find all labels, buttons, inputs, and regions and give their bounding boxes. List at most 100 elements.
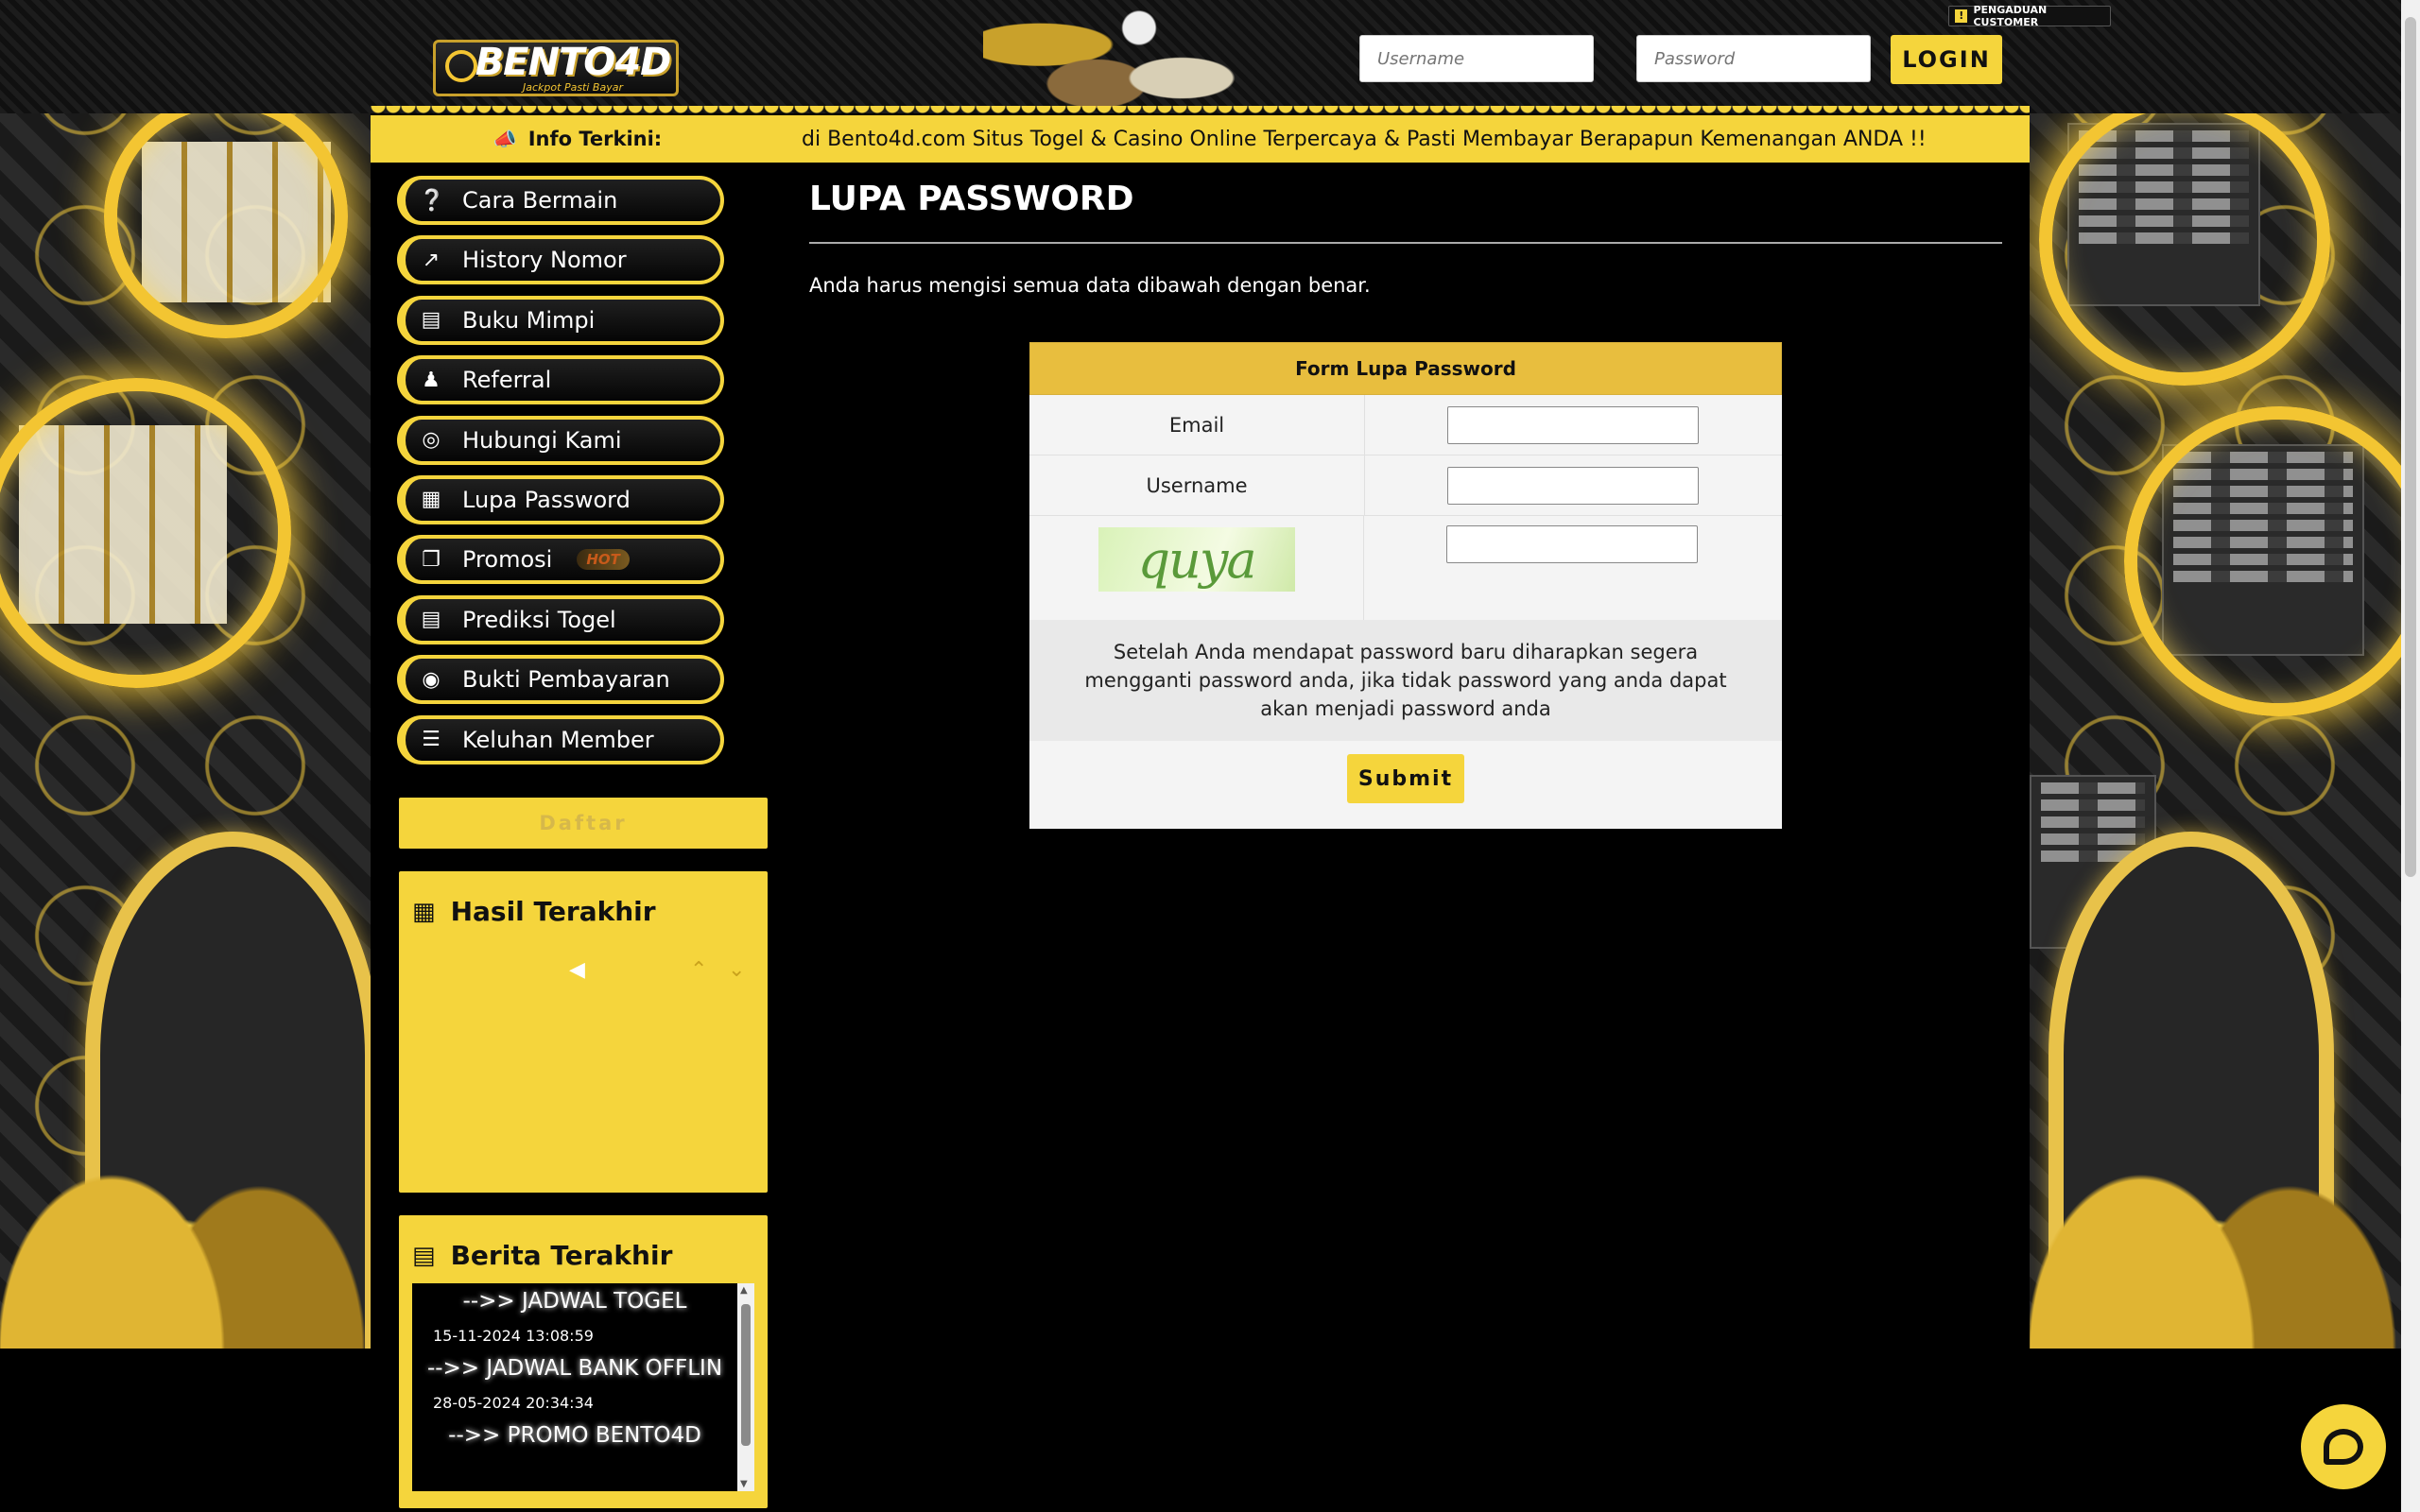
logo-text: BENTO4D [475, 40, 672, 84]
leaves-decoration [2030, 952, 2401, 1349]
info-marquee: di Bento4d.com Situs Togel & Casino Onli… [802, 127, 1927, 151]
chat-icon: ◎ [422, 428, 441, 453]
sidebar-item-promosi[interactable]: ❐ Promosi HOT [397, 535, 724, 585]
sidebar-item-label: Cara Bermain [462, 187, 618, 214]
hasil-terakhir-title: ▦ Hasil Terakhir [399, 871, 768, 927]
users-icon: ♟ [422, 368, 441, 392]
forgot-password-form: Form Lupa Password Email Username quya S… [1029, 342, 1782, 829]
username-row: Username [1029, 455, 1782, 516]
email-field-cell [1365, 395, 1782, 455]
captcha-input[interactable] [1446, 525, 1698, 563]
berita-terakhir-panel: ▤ Berita Terakhir -->> JADWAL TOGEL 15-1… [399, 1215, 768, 1508]
sidebar-item-label: Keluhan Member [462, 726, 654, 753]
money-icon: ◉ [422, 667, 441, 692]
sidebar-item-label: Buku Mimpi [462, 306, 596, 334]
captcha-image: quya [1098, 527, 1295, 592]
sidebar-item-label: Prediksi Togel [462, 606, 616, 633]
submit-row: Submit [1029, 741, 1782, 816]
sidebar-item-label: Hubungi Kami [462, 426, 622, 454]
email-label: Email [1029, 395, 1365, 455]
berita-terakhir-title: ▤ Berita Terakhir [399, 1215, 768, 1271]
news-item[interactable]: -->> PROMO BENTO4D [412, 1423, 737, 1448]
clone-icon: ❐ [422, 547, 441, 572]
newspaper-icon: ▤ [421, 608, 441, 632]
email-field[interactable] [1447, 405, 1699, 444]
form-note: Setelah Anda mendapat password baru diha… [1029, 620, 1782, 741]
customer-complaint-button[interactable]: ! PENGADUAN CUSTOMER [1948, 4, 2111, 28]
scroll-down-icon[interactable]: ▼ [740, 1479, 748, 1489]
hot-badge: HOT [577, 549, 630, 571]
page-scroll-thumb[interactable] [2405, 17, 2416, 877]
sidebar-item-cara-bermain[interactable]: ❔ Cara Bermain [397, 176, 724, 225]
sidebar-item-label: History Nomor [462, 247, 627, 274]
line-chart-icon: ↗ [422, 248, 441, 272]
newspaper-icon: ▤ [412, 1241, 436, 1270]
sidebar-item-keluhan-member[interactable]: ☰ Keluhan Member [397, 714, 724, 765]
calendar-icon: ▦ [412, 897, 436, 926]
festive-header-illustration [983, 0, 1267, 112]
daftar-button[interactable]: Daftar [399, 798, 768, 849]
username-label: Username [1029, 455, 1365, 515]
captcha-field-cell [1364, 516, 1782, 620]
complaint-label: PENGADUAN CUSTOMER [1973, 4, 2048, 28]
leaves-decoration [0, 952, 371, 1349]
caret-left-icon[interactable]: ◀ [569, 958, 585, 982]
logo-tagline: Jackpot Pasti Bayar [523, 80, 623, 94]
page-scrollbar[interactable] [2401, 0, 2420, 1512]
page-title: LUPA PASSWORD [809, 180, 1134, 218]
glow-ring-decoration [0, 378, 291, 688]
sidebar-item-prediksi-togel[interactable]: ▤ Prediksi Togel [397, 594, 724, 644]
form-title: Form Lupa Password [1029, 342, 1782, 395]
sidebar-item-label: Bukti Pembayaran [462, 666, 670, 694]
sidebar-item-label: Referral [462, 367, 552, 394]
live-chat-button[interactable] [2301, 1404, 2386, 1489]
sidebar-item-label: Promosi [462, 546, 553, 574]
chevron-up-icon[interactable]: ⌃ [690, 958, 707, 982]
sidebar-item-buku-mimpi[interactable]: ▤ Buku Mimpi [397, 295, 724, 345]
hasil-terakhir-panel: ▦ Hasil Terakhir ◀ ⌃ ⌄ [399, 871, 768, 1193]
megaphone-icon: 📣 [493, 128, 517, 150]
news-item[interactable]: -->> JADWAL TOGEL [412, 1289, 737, 1314]
list-icon: ☰ [422, 728, 441, 752]
info-bar: 📣 Info Terkini: di Bento4d.com Situs Tog… [371, 115, 2030, 163]
login-button[interactable]: LOGIN [1891, 35, 2002, 84]
berita-terakhir-heading: Berita Terakhir [450, 1240, 673, 1271]
email-row: Email [1029, 395, 1782, 455]
header-scallop-border [371, 106, 2030, 115]
news-list[interactable]: -->> JADWAL TOGEL 15-11-2024 13:08:59 --… [412, 1283, 754, 1491]
username-field-cell [1365, 455, 1782, 515]
info-label-text: Info Terkini: [527, 128, 663, 150]
news-date: 28-05-2024 20:34:34 [433, 1394, 594, 1412]
hasil-terakhir-heading: Hasil Terakhir [450, 896, 656, 927]
warning-icon: ! [1955, 9, 1968, 23]
captcha-cell: quya [1029, 516, 1364, 620]
title-divider [809, 242, 2002, 244]
password-input[interactable] [1636, 35, 1871, 82]
sidebar-item-hubungi-kami[interactable]: ◎ Hubungi Kami [397, 415, 724, 465]
glow-ring-decoration [104, 94, 348, 338]
captcha-row: quya [1029, 516, 1782, 620]
news-scrollbar[interactable]: ▲ ▼ [737, 1283, 754, 1491]
chat-bubble-icon [2324, 1429, 2363, 1465]
scroll-up-icon[interactable]: ▲ [740, 1285, 748, 1296]
sidebar-item-lupa-password[interactable]: ▦ Lupa Password [397, 474, 724, 524]
news-scroll-thumb[interactable] [741, 1304, 751, 1446]
sidebar-item-bukti-pembayaran[interactable]: ◉ Bukti Pembayaran [397, 655, 724, 705]
chevron-down-icon[interactable]: ⌄ [728, 958, 745, 982]
newspaper-icon: ▤ [421, 308, 441, 333]
username-input[interactable] [1359, 35, 1594, 82]
logo-emblem-icon [445, 50, 477, 82]
intro-text: Anda harus mengisi semua data dibawah de… [809, 274, 1371, 297]
right-decoration [2030, 0, 2401, 1349]
glow-ring-decoration [2039, 94, 2330, 386]
sidebar-item-referral[interactable]: ♟ Referral [397, 355, 724, 405]
sidebar-item-label: Lupa Password [462, 486, 631, 513]
username-field[interactable] [1447, 466, 1699, 505]
site-logo[interactable]: BENTO4D Jackpot Pasti Bayar [433, 40, 679, 96]
sidebar-item-history-nomor[interactable]: ↗ History Nomor [397, 235, 724, 285]
news-date: 15-11-2024 13:08:59 [433, 1327, 594, 1345]
info-label: 📣 Info Terkini: [371, 128, 785, 150]
news-item[interactable]: -->> JADWAL BANK OFFLIN [412, 1356, 737, 1381]
site-header: BENTO4D Jackpot Pasti Bayar LOGIN ! PENG… [0, 0, 2401, 113]
submit-button[interactable]: Submit [1347, 754, 1464, 803]
